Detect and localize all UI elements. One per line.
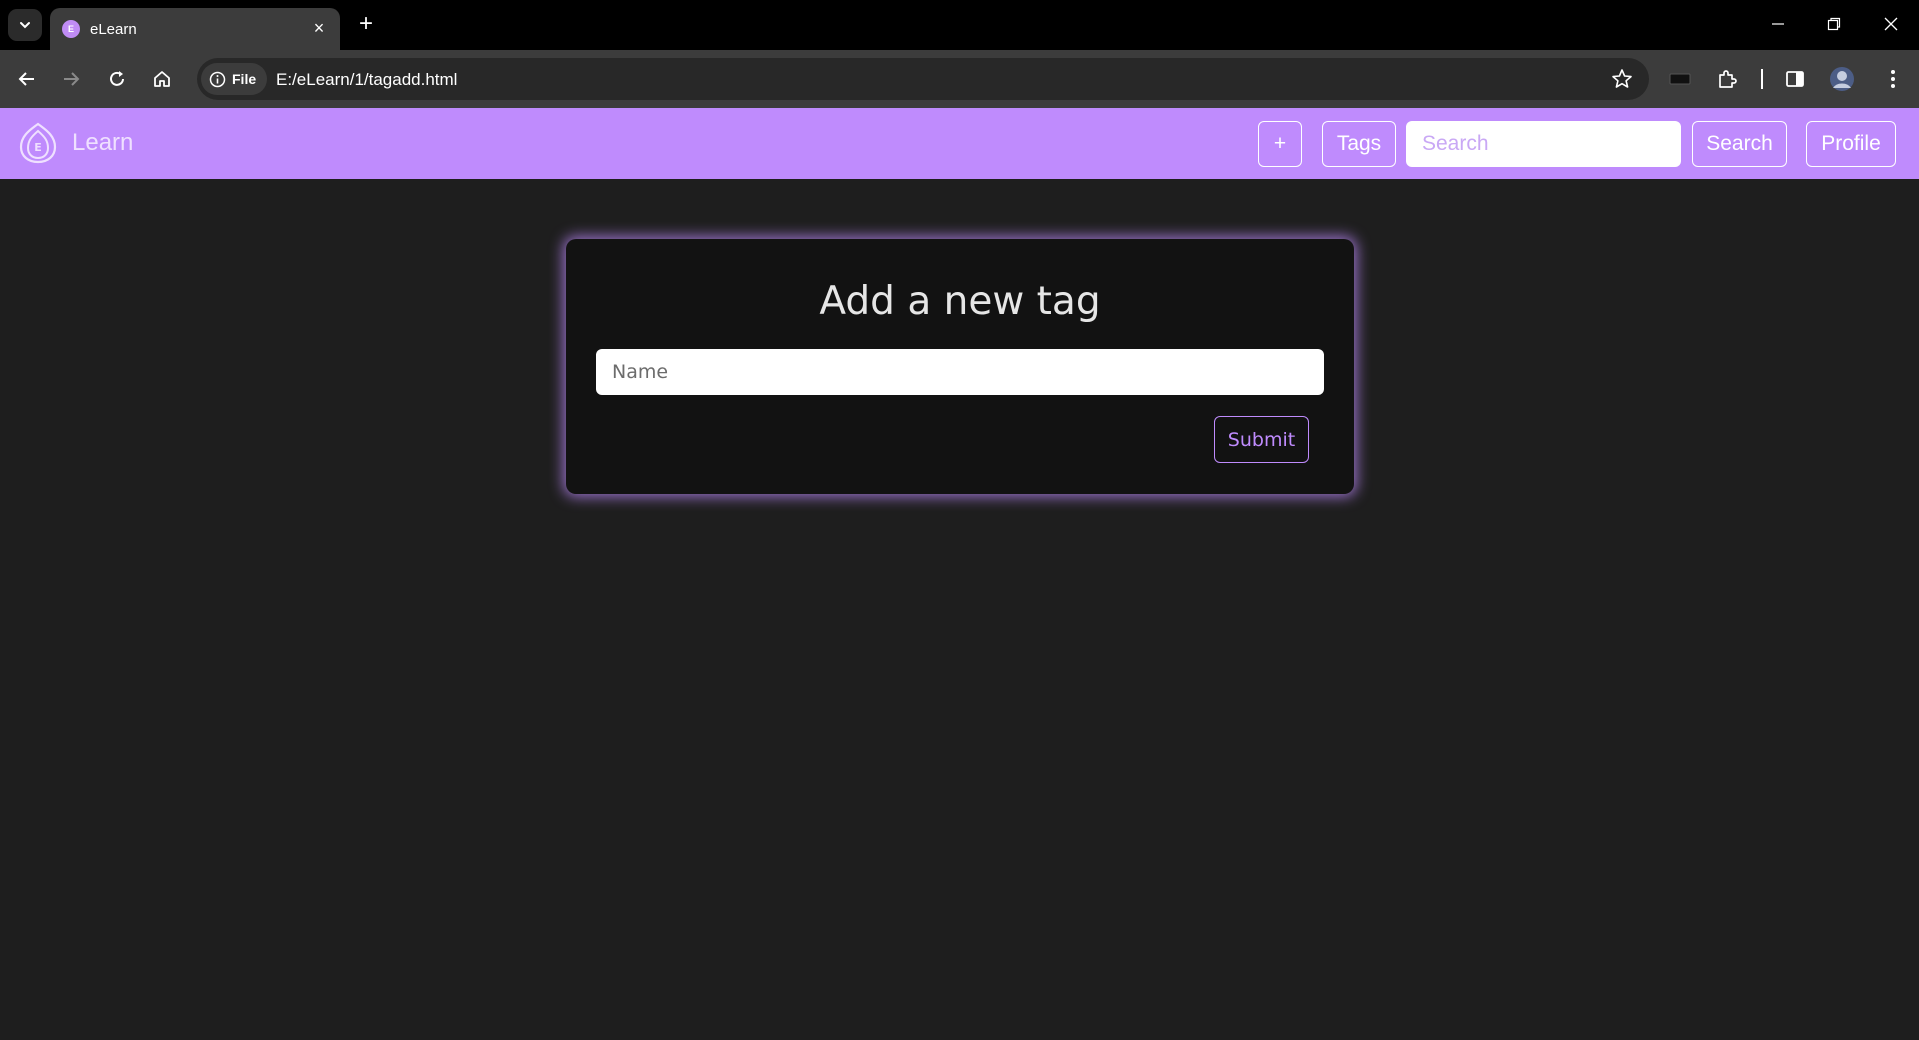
profile-avatar-icon[interactable] [1826,63,1858,95]
site-info-chip[interactable]: File [201,63,267,95]
close-window-icon[interactable] [1871,8,1911,40]
side-panel-icon[interactable] [1779,63,1811,95]
add-tag-card: Add a new tag Submit [566,239,1354,494]
page-title: Add a new tag [819,279,1101,324]
favicon-letter: E [67,24,74,34]
toolbar-divider [1761,69,1763,89]
back-icon[interactable] [11,63,43,95]
bookmark-star-icon[interactable] [1607,64,1637,94]
search-input[interactable] [1406,121,1681,167]
new-tab-icon[interactable]: + [352,10,380,38]
reload-icon[interactable] [101,63,133,95]
home-icon[interactable] [146,63,178,95]
brand-logo-icon: E [19,122,57,164]
site-chip-label: File [232,71,257,87]
close-tab-icon[interactable]: × [308,17,330,39]
svg-text:E: E [34,141,42,154]
add-button[interactable]: + [1258,121,1302,167]
info-icon [209,71,226,87]
tab-title: eLearn [90,21,137,38]
browser-tabstrip: E eLearn × + [0,0,1919,50]
chevron-down-icon [20,22,30,29]
brand-name: Learn [72,129,134,156]
tags-button[interactable]: Tags [1322,121,1396,167]
url-text[interactable]: E:/eLearn/1/tagadd.html [276,70,457,90]
restore-icon[interactable] [1814,8,1854,40]
submit-button[interactable]: Submit [1214,416,1309,463]
tag-name-input[interactable] [596,349,1324,395]
keyboard-icon[interactable] [1664,63,1696,95]
browser-tab[interactable]: E eLearn × [50,8,340,50]
forward-icon[interactable] [55,63,87,95]
address-bar[interactable]: File E:/eLearn/1/tagadd.html [197,58,1649,100]
favicon-icon: E [62,20,80,38]
tab-search-button[interactable] [8,9,42,41]
minimize-icon[interactable] [1758,8,1798,40]
search-button[interactable]: Search [1692,121,1787,167]
site-navbar: E Learn + Tags Search Profile [0,108,1919,179]
more-menu-icon[interactable] [1877,63,1909,95]
profile-button[interactable]: Profile [1806,121,1896,167]
browser-toolbar: File E:/eLearn/1/tagadd.html [0,50,1919,108]
extensions-icon[interactable] [1711,63,1743,95]
brand[interactable]: E Learn [18,121,133,165]
